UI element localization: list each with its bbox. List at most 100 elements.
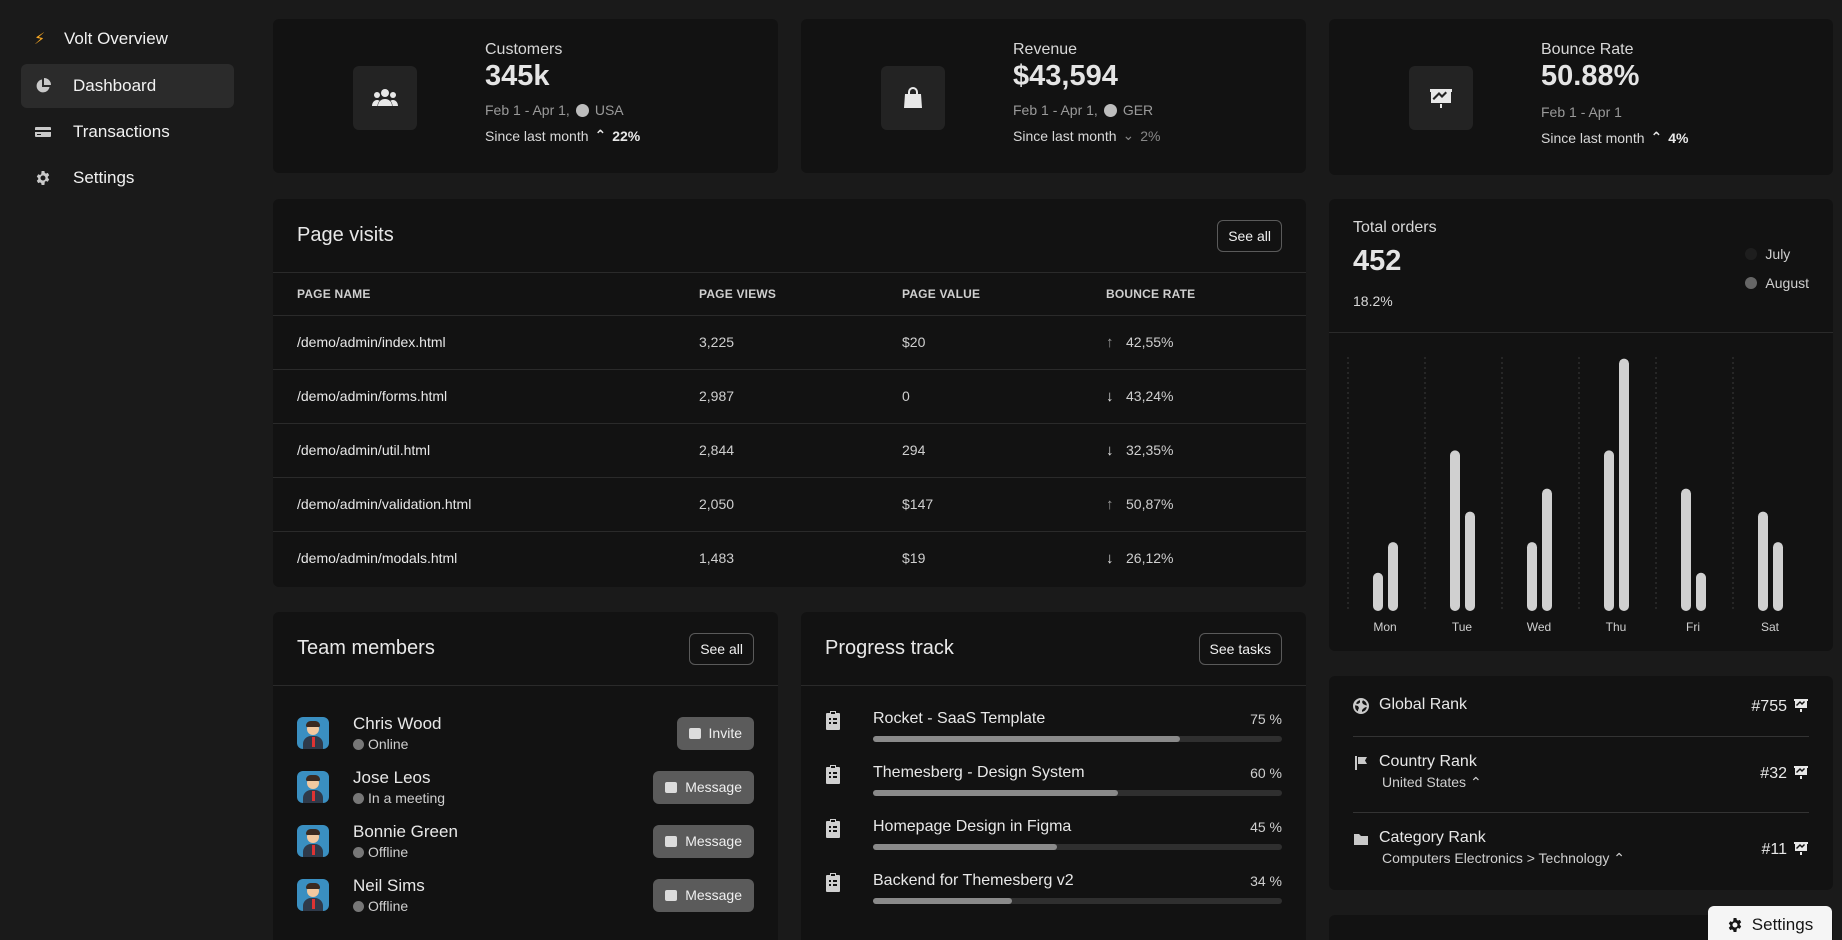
avatar[interactable] (297, 771, 329, 803)
sidebar: ⚡ Volt Overview Dashboard Transactions S… (0, 0, 255, 940)
bounce-rate-cell: ↓ 32,35% (1082, 423, 1306, 478)
bar-july-sat[interactable] (1758, 511, 1768, 611)
bounce-rate-cell: ↓ 43,24% (1082, 369, 1306, 424)
stat-change: 2% (1140, 127, 1161, 144)
sidebar-item-transactions[interactable]: Transactions (21, 110, 234, 154)
progress-item: Themesberg - Design System 60 % (825, 762, 1282, 802)
see-all-page-visits-button[interactable]: See all (1217, 219, 1282, 252)
progress-title: Backend for Themesberg v2 (873, 872, 1074, 889)
bar-august-wed[interactable] (1542, 488, 1552, 611)
orders-value: 452 (1353, 245, 1402, 277)
bar-july-mon[interactable] (1373, 572, 1383, 611)
arrow-down-icon: ↓ (1106, 441, 1114, 459)
x-tick-label: Thu (1606, 620, 1627, 634)
progress-title: Homepage Design in Figma (873, 818, 1072, 835)
arrow-down-icon: ↓ (1106, 549, 1114, 567)
progress-bar (873, 790, 1282, 796)
legend-item-august[interactable]: August (1745, 268, 1809, 297)
sidebar-item-label: Settings (73, 168, 135, 187)
member-status: Offline (368, 898, 409, 914)
stat-since-text: Since last month (485, 127, 589, 144)
bounce-rate-cell: ↓ 26,12% (1082, 531, 1306, 585)
gear-icon (33, 170, 73, 186)
clipboard-icon (825, 762, 873, 802)
stat-region: USA (594, 102, 624, 118)
chat-icon (665, 889, 678, 901)
sidebar-item-dashboard[interactable]: Dashboard (21, 64, 234, 108)
column-header[interactable]: PAGE NAME (273, 273, 675, 316)
column-header[interactable]: PAGE VIEWS (675, 273, 878, 316)
page-value-cell: $19 (902, 550, 926, 567)
rank-subtitle: United States ⌃ (1382, 774, 1482, 791)
stat-period-text: Feb 1 - Apr 1 (1541, 104, 1622, 120)
message-button[interactable]: Message (653, 770, 754, 804)
bar-august-thu[interactable] (1619, 358, 1629, 611)
progress-percent: 34 % (1250, 873, 1282, 889)
member-name[interactable]: Chris Wood (353, 714, 677, 734)
rank-row: Country Rank United States ⌃ #32 (1353, 753, 1809, 791)
presentation-chart-icon (1793, 840, 1809, 861)
progress-item: Rocket - SaaS Template 75 % (825, 708, 1282, 748)
column-header[interactable]: PAGE VALUE (878, 273, 1082, 316)
page-name-cell: /demo/admin/util.html (273, 423, 675, 478)
legend-swatch (1745, 247, 1758, 260)
team-member: Neil Sims Offline Message (297, 870, 754, 920)
stat-label: Revenue (1013, 41, 1078, 58)
avatar[interactable] (297, 879, 329, 911)
progress-item: Homepage Design in Figma 45 % (825, 816, 1282, 856)
column-header[interactable]: BOUNCE RATE (1082, 273, 1306, 316)
chevron-up-icon: ⌃ (1469, 774, 1482, 790)
page-value-cell: $147 (878, 477, 1082, 532)
bar-august-mon[interactable] (1388, 542, 1398, 611)
page-views-cell: 3,225 (675, 315, 878, 370)
progress-bar (873, 898, 1282, 904)
bar-july-thu[interactable] (1604, 450, 1614, 611)
bar-august-fri[interactable] (1696, 572, 1706, 611)
divider (1353, 812, 1809, 813)
button-label: Message (685, 833, 742, 849)
legend-label: August (1765, 274, 1809, 291)
page-visits-table: PAGE NAME PAGE VIEWS PAGE VALUE BOUNCE R… (273, 273, 1306, 585)
stat-since-text: Since last month (1541, 129, 1645, 146)
pie-chart-icon (33, 78, 73, 94)
globe-icon (1103, 103, 1117, 117)
bar-august-sat[interactable] (1773, 542, 1783, 611)
legend-item-july[interactable]: July (1745, 239, 1809, 268)
page-visits-card: Page visits See all PAGE NAME PAGE VIEWS… (273, 199, 1306, 587)
bar-july-fri[interactable] (1681, 488, 1691, 611)
message-button[interactable]: Message (653, 878, 754, 912)
gear-icon (1728, 918, 1741, 932)
rank-subtitle: Computers Electronics > Technology ⌃ (1382, 850, 1625, 867)
rank-value: #32 (1760, 765, 1787, 782)
avatar[interactable] (297, 717, 329, 749)
message-button[interactable]: Message (653, 824, 754, 858)
bar-july-tue[interactable] (1450, 450, 1460, 611)
sidebar-item-settings[interactable]: Settings (21, 156, 234, 200)
invite-button[interactable]: Invite (676, 716, 754, 750)
stat-value: 50.88% (1541, 60, 1640, 92)
bar-august-tue[interactable] (1465, 511, 1475, 611)
member-name[interactable]: Bonnie Green (353, 822, 653, 842)
member-name[interactable]: Jose Leos (353, 768, 653, 788)
avatar[interactable] (297, 825, 329, 857)
floating-settings-button[interactable]: Settings (1708, 906, 1832, 940)
chevron-down-icon: ⌄ (1122, 127, 1135, 143)
see-all-team-button[interactable]: See all (689, 632, 754, 665)
stat-since: Since last month ⌄ 2% (1013, 127, 1160, 144)
page-views-cell: 2,844 (675, 423, 878, 478)
progress-percent: 75 % (1250, 711, 1282, 727)
team-member: Bonnie Green Offline Message (297, 816, 754, 866)
member-status: In a meeting (368, 790, 446, 806)
member-name[interactable]: Neil Sims (353, 876, 653, 896)
stat-period: Feb 1 - Apr 1 (1541, 104, 1688, 120)
progress-title: Rocket - SaaS Template (873, 710, 1046, 727)
total-orders-card: Total orders 452 18.2% July August Mon Tu… (1329, 199, 1833, 651)
divider (1353, 736, 1809, 737)
rank-card: Global Rank #755 Country Rank United States… (1329, 676, 1833, 890)
bar-july-wed[interactable] (1527, 542, 1537, 611)
brand-link[interactable]: ⚡ Volt Overview (0, 24, 255, 54)
see-tasks-button[interactable]: See tasks (1198, 632, 1282, 665)
chat-icon (665, 835, 678, 847)
arrow-down-icon: ↓ (1106, 387, 1114, 405)
stat-change: 4% (1668, 129, 1689, 146)
